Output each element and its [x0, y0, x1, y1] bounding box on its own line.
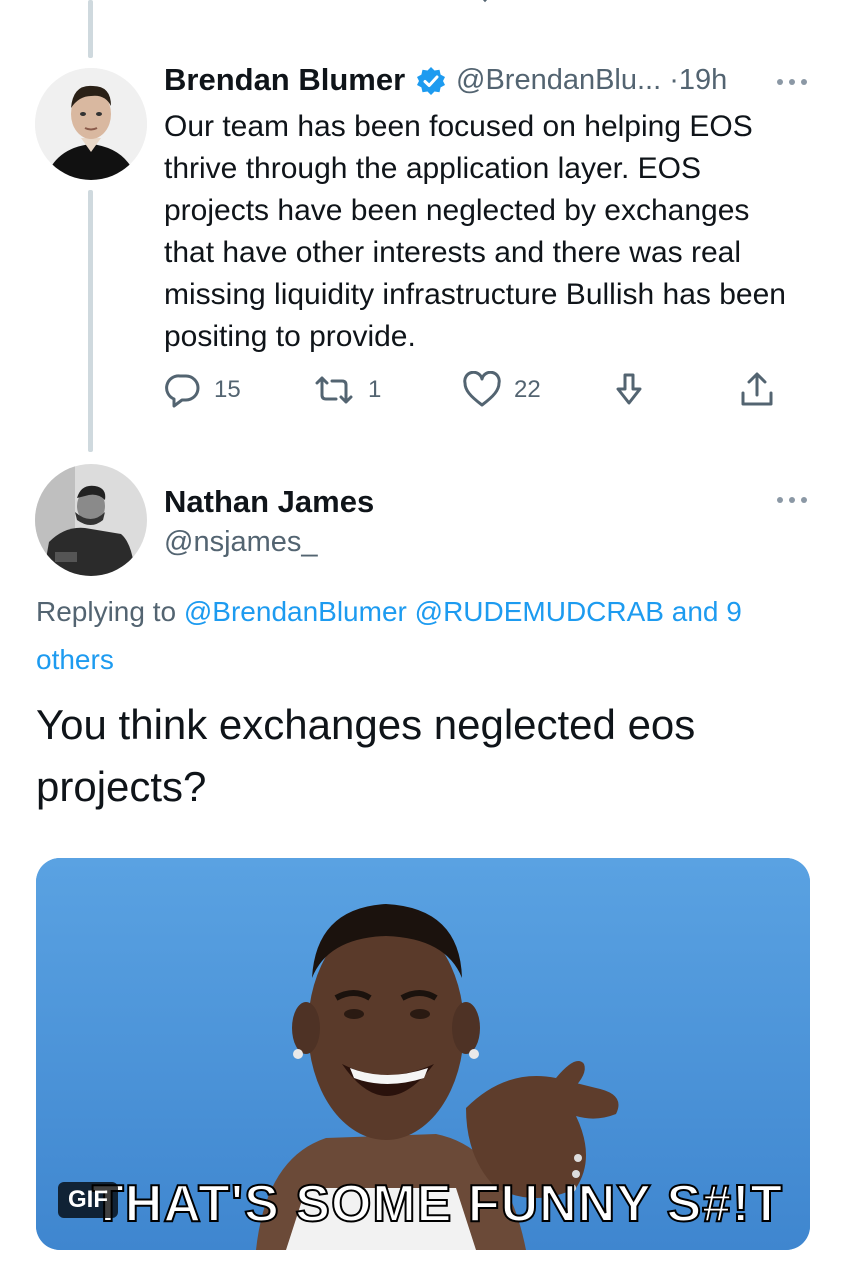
more-icon[interactable]: [774, 76, 810, 88]
gif-badge: GIF: [58, 1182, 118, 1218]
more-icon[interactable]: [774, 494, 810, 506]
verified-badge-icon: [417, 67, 445, 95]
like-button[interactable]: 22: [462, 370, 541, 410]
tweet-text: Our team has been focused on helping EOS…: [164, 110, 786, 353]
like-icon[interactable]: [466, 0, 504, 10]
retweet-icon: [315, 376, 353, 404]
replying-prefix: Replying to: [36, 596, 184, 627]
reply-icon[interactable]: [170, 0, 208, 10]
mention-rudemudcrab[interactable]: @RUDEMUDCRAB: [415, 596, 664, 627]
like-icon: [463, 371, 501, 407]
author-name[interactable]: Brendan Blumer: [164, 62, 405, 98]
avatar-brendan[interactable]: [35, 68, 147, 180]
handle-time: @BrendanBlu... ·19h: [456, 64, 727, 97]
gif-media[interactable]: THAT'S SOME FUNNY S#!T GIF: [36, 858, 810, 1250]
reply-icon: [165, 374, 200, 408]
download-icon: [616, 373, 642, 405]
share-icon: [741, 372, 773, 406]
gif-caption: THAT'S SOME FUNNY S#!T: [91, 1174, 784, 1234]
download-icon[interactable]: [614, 0, 652, 10]
share-icon[interactable]: [740, 0, 778, 10]
author-handle[interactable]: @BrendanBlu...: [456, 64, 661, 96]
separator: ·: [669, 64, 679, 96]
download-button[interactable]: [610, 370, 648, 410]
replying-and: and: [663, 596, 727, 627]
retweet-count: 1: [368, 376, 382, 403]
retweet-button[interactable]: 1: [312, 370, 381, 410]
thread-line-bottom: [88, 190, 93, 452]
author-handle[interactable]: @nsjames_: [164, 526, 318, 559]
previous-tweet-actions: [0, 0, 846, 16]
tweet-time[interactable]: 19h: [679, 64, 727, 96]
tweet-text: You think exchanges neglected eos projec…: [36, 701, 696, 810]
retweet-icon[interactable]: [318, 0, 358, 10]
thread-line-top: [88, 0, 93, 58]
author-name[interactable]: Nathan James: [164, 484, 374, 520]
reply-button[interactable]: 15: [164, 370, 241, 410]
share-button[interactable]: [738, 370, 776, 410]
avatar-nathan[interactable]: [35, 464, 147, 576]
mention-brendanblumer[interactable]: @BrendanBlumer: [184, 596, 407, 627]
like-count: 22: [514, 376, 541, 403]
reply-count: 15: [214, 376, 241, 403]
replying-to: Replying to @BrendanBlumer @RUDEMUDCRAB …: [36, 588, 826, 684]
